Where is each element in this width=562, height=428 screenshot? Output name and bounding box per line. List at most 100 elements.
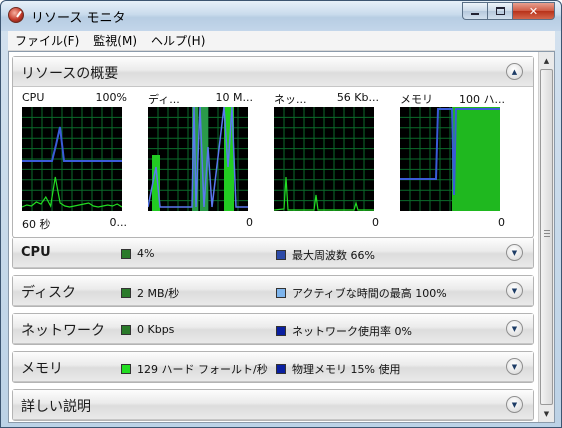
overview-title: リソースの概要 bbox=[21, 66, 119, 82]
scroll-down-icon: ▼ bbox=[543, 409, 550, 418]
memory-graph: メモリ 100 ハ... 0 bbox=[396, 89, 509, 229]
memory-plot bbox=[400, 107, 500, 211]
minimize-icon bbox=[471, 13, 479, 15]
chevron-down-icon: ▼ bbox=[511, 362, 518, 371]
close-button[interactable]: ✕ bbox=[512, 2, 555, 20]
maximize-icon bbox=[495, 7, 505, 15]
network-section[interactable]: ネットワーク 0 Kbps ネットワーク使用率 0% ▼ bbox=[12, 313, 534, 345]
cpu-usage-swatch bbox=[121, 248, 131, 259]
overview-header[interactable]: リソースの概要 ▲ bbox=[13, 57, 533, 87]
client-area: リソースの概要 ▲ CPU 100% 60 秒 0... ディ... 10 M... … bbox=[8, 51, 555, 423]
cpu-usage-stat: 4% bbox=[121, 247, 154, 260]
network-utilization-stat: ネットワーク使用率 0% bbox=[276, 323, 412, 339]
vertical-scrollbar[interactable]: ▲ ▼ bbox=[538, 52, 554, 422]
expand-cpu-button[interactable]: ▼ bbox=[506, 244, 523, 261]
disk-section-title: ディスク bbox=[21, 285, 77, 301]
memory-physical-stat: 物理メモリ 15% 使用 bbox=[276, 361, 400, 377]
network-graph-max: 56 Kb... bbox=[336, 91, 379, 104]
network-utilization-swatch bbox=[276, 326, 286, 336]
memory-graph-label: メモリ bbox=[400, 93, 433, 106]
memory-graph-min: 0 bbox=[498, 216, 505, 229]
menu-bar: ファイル(F) 監視(M) ヘルプ(H) bbox=[8, 31, 555, 51]
cpu-section[interactable]: CPU 4% 最大周波数 66% ▼ bbox=[12, 237, 534, 269]
cpu-graph-max: 100% bbox=[95, 91, 127, 104]
collapse-overview-button[interactable]: ▲ bbox=[506, 63, 523, 80]
expand-memory-button[interactable]: ▼ bbox=[506, 358, 523, 375]
disk-graph-label: ディ... bbox=[148, 93, 180, 106]
disk-graph-min: 0 bbox=[246, 216, 253, 229]
network-plot bbox=[274, 107, 374, 211]
cpu-graph: CPU 100% 60 秒 0... bbox=[18, 89, 131, 231]
disk-active-stat: アクティブな時間の最高 100% bbox=[276, 285, 447, 301]
details-section-title: 詳しい説明 bbox=[21, 399, 91, 415]
expand-network-button[interactable]: ▼ bbox=[506, 320, 523, 337]
window-title: リソース モニタ bbox=[31, 11, 126, 26]
cpu-header[interactable]: CPU 4% 最大周波数 66% ▼ bbox=[13, 238, 533, 268]
expand-details-button[interactable]: ▼ bbox=[506, 396, 523, 413]
scrollbar-grip-icon bbox=[544, 230, 550, 238]
chevron-down-icon: ▼ bbox=[511, 324, 518, 333]
cpu-section-title: CPU bbox=[21, 245, 51, 260]
memory-header[interactable]: メモリ 129 ハード フォールト/秒 物理メモリ 15% 使用 ▼ bbox=[13, 352, 533, 382]
network-throughput-swatch bbox=[121, 324, 131, 335]
memory-faults-value: 129 ハード フォールト/秒 bbox=[137, 363, 268, 376]
network-throughput-stat: 0 Kbps bbox=[121, 323, 174, 336]
resource-monitor-window: リソース モニタ ✕ ファイル(F) 監視(M) ヘルプ(H) リソースの概要 … bbox=[0, 0, 562, 428]
disk-io-value: 2 MB/秒 bbox=[137, 287, 180, 300]
menu-monitor[interactable]: 監視(M) bbox=[86, 32, 144, 49]
title-bar[interactable]: リソース モニタ ✕ bbox=[1, 1, 561, 31]
cpu-frequency-swatch bbox=[276, 250, 286, 260]
network-header[interactable]: ネットワーク 0 Kbps ネットワーク使用率 0% ▼ bbox=[13, 314, 533, 344]
chevron-down-icon: ▼ bbox=[511, 400, 518, 409]
details-header[interactable]: 詳しい説明 ▼ bbox=[13, 390, 533, 420]
close-icon: ✕ bbox=[528, 4, 539, 18]
details-section[interactable]: 詳しい説明 ▼ bbox=[12, 389, 534, 421]
chevron-down-icon: ▼ bbox=[511, 286, 518, 295]
scroll-up-icon: ▲ bbox=[543, 56, 550, 65]
disk-graph: ディ... 10 M... 0 bbox=[144, 89, 257, 229]
minimize-button[interactable] bbox=[462, 2, 487, 20]
memory-section[interactable]: メモリ 129 ハード フォールト/秒 物理メモリ 15% 使用 ▼ bbox=[12, 351, 534, 383]
memory-physical-value: 物理メモリ 15% 使用 bbox=[292, 363, 401, 376]
network-section-title: ネットワーク bbox=[21, 323, 105, 339]
expand-disk-button[interactable]: ▼ bbox=[506, 282, 523, 299]
overview-section: リソースの概要 ▲ CPU 100% 60 秒 0... ディ... 10 M... … bbox=[12, 56, 534, 238]
cpu-usage-value: 4% bbox=[137, 247, 155, 260]
cpu-graph-timespan: 60 秒 bbox=[22, 218, 51, 231]
menu-file[interactable]: ファイル(F) bbox=[8, 32, 86, 49]
scrollbar-thumb[interactable] bbox=[540, 69, 553, 405]
cpu-plot bbox=[22, 107, 122, 211]
memory-faults-area bbox=[452, 107, 500, 211]
network-graph-label: ネッ... bbox=[274, 93, 307, 106]
network-throughput-value: 0 Kbps bbox=[137, 323, 175, 336]
memory-graph-max: 100 ハ... bbox=[459, 93, 505, 106]
cpu-frequency-value: 最大周波数 66% bbox=[292, 249, 375, 262]
scroll-up-button[interactable]: ▲ bbox=[539, 53, 554, 68]
memory-section-title: メモリ bbox=[21, 361, 63, 377]
disk-io-stat: 2 MB/秒 bbox=[121, 285, 179, 301]
disk-active-value: アクティブな時間の最高 100% bbox=[292, 287, 447, 300]
memory-faults-swatch bbox=[121, 364, 131, 374]
resource-monitor-app-icon bbox=[8, 7, 24, 23]
caption-buttons: ✕ bbox=[462, 2, 555, 20]
graphs-area: CPU 100% 60 秒 0... ディ... 10 M... 0 ネッ... 56 … bbox=[18, 89, 530, 237]
disk-io-swatch bbox=[121, 288, 131, 298]
network-graph: ネッ... 56 Kb... 0 bbox=[270, 89, 383, 229]
maximize-button[interactable] bbox=[487, 2, 512, 20]
menu-help[interactable]: ヘルプ(H) bbox=[144, 32, 212, 49]
network-utilization-value: ネットワーク使用率 0% bbox=[292, 325, 412, 338]
disk-section[interactable]: ディスク 2 MB/秒 アクティブな時間の最高 100% ▼ bbox=[12, 275, 534, 307]
network-graph-min: 0 bbox=[372, 216, 379, 229]
memory-physical-swatch bbox=[276, 364, 286, 374]
chevron-down-icon: ▼ bbox=[511, 248, 518, 257]
disk-graph-max: 10 M... bbox=[215, 91, 253, 104]
cpu-graph-min: 0... bbox=[109, 216, 128, 229]
disk-plot bbox=[148, 107, 248, 211]
scroll-down-button[interactable]: ▼ bbox=[539, 406, 554, 421]
cpu-graph-label: CPU bbox=[22, 91, 45, 104]
memory-faults-stat: 129 ハード フォールト/秒 bbox=[121, 361, 268, 377]
cpu-frequency-stat: 最大周波数 66% bbox=[276, 247, 375, 263]
disk-active-swatch bbox=[276, 288, 286, 298]
disk-header[interactable]: ディスク 2 MB/秒 アクティブな時間の最高 100% ▼ bbox=[13, 276, 533, 306]
chevron-up-icon: ▲ bbox=[511, 67, 518, 76]
